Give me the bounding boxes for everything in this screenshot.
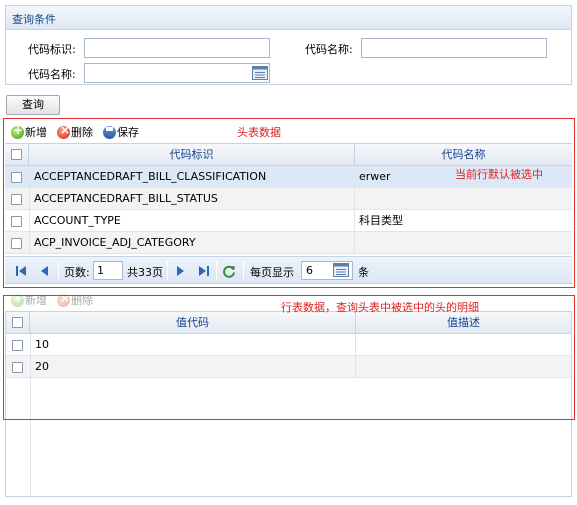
detail-delete-label: 删除 xyxy=(71,294,93,307)
column-header-value-code[interactable]: 值代码 xyxy=(30,312,356,334)
code-name-input[interactable] xyxy=(361,38,547,58)
code-id-label: 代码标识: xyxy=(28,43,76,56)
per-page-dropdown-icon[interactable] xyxy=(333,263,349,277)
detail-grid: 值代码 值描述 10 20 xyxy=(5,311,572,497)
row-checkbox[interactable] xyxy=(11,216,22,227)
add-icon xyxy=(11,291,24,307)
header-toolbar: 新增 删除 保存 xyxy=(5,120,572,142)
pager-separator xyxy=(243,261,244,281)
header-grid: 代码标识 代码名称 ACCEPTANCEDRAFT_BILL_CLASSIFIC… xyxy=(5,143,572,258)
row-name-cell xyxy=(355,188,572,210)
header-delete-label: 删除 xyxy=(71,126,93,139)
column-header-code-id[interactable]: 代码标识 xyxy=(29,144,355,166)
header-grid-column-headers: 代码标识 代码名称 xyxy=(5,144,572,166)
header-add-label: 新增 xyxy=(25,126,47,139)
header-grid-pager: 页数: 1 共33页 每页显示 6 条 xyxy=(5,256,572,284)
save-icon xyxy=(103,125,116,139)
lookup-list-icon[interactable] xyxy=(252,66,268,80)
table-row[interactable]: ACCOUNT_TYPE 科目类型 xyxy=(5,210,572,232)
row-value-code-cell: 20 xyxy=(30,356,356,378)
per-page-label: 每页显示 xyxy=(250,266,294,279)
code-name-lookup-input[interactable] xyxy=(84,63,270,83)
header-save-button[interactable]: 保存 xyxy=(103,124,139,140)
header-delete-button[interactable]: 删除 xyxy=(57,123,93,140)
row-value-desc-cell xyxy=(356,334,571,356)
pager-separator xyxy=(167,261,168,281)
prev-page-icon[interactable] xyxy=(38,264,52,278)
per-page-unit: 条 xyxy=(358,266,369,279)
pager-separator xyxy=(58,261,59,281)
detail-select-all-cell xyxy=(6,312,30,334)
detail-add-label: 新增 xyxy=(25,294,47,307)
query-panel-header: 查询条件 xyxy=(6,6,571,30)
row-code-cell: ACCOUNT_TYPE xyxy=(29,210,355,232)
row-code-cell: ACP_INVOICE_ADJ_CATEGORY xyxy=(29,232,355,254)
header-data-annotation: 头表数据 xyxy=(237,126,281,139)
delete-icon xyxy=(57,123,70,139)
row-name-cell: 科目类型 xyxy=(359,214,403,227)
table-row[interactable]: ACCEPTANCEDRAFT_BILL_STATUS xyxy=(5,188,572,210)
query-panel: 查询条件 代码标识: 代码名称: 代码名称: xyxy=(5,5,572,85)
query-button[interactable]: 查询 xyxy=(6,95,60,115)
refresh-icon[interactable] xyxy=(222,264,236,278)
row-code-cell: ACCEPTANCEDRAFT_BILL_STATUS xyxy=(29,188,355,210)
row-checkbox[interactable] xyxy=(12,362,23,373)
page-label: 页数: xyxy=(64,266,90,279)
detail-add-button[interactable]: 新增 xyxy=(11,291,47,308)
column-header-value-desc[interactable]: 值描述 xyxy=(356,312,571,334)
row-checkbox[interactable] xyxy=(12,340,23,351)
current-row-annotation: 当前行默认被选中 xyxy=(455,168,543,181)
code-id-input[interactable] xyxy=(84,38,270,58)
detail-delete-button[interactable]: 删除 xyxy=(57,291,93,308)
detail-select-all-checkbox[interactable] xyxy=(12,317,23,328)
header-add-button[interactable]: 新增 xyxy=(11,123,47,140)
last-page-icon[interactable] xyxy=(197,264,211,278)
table-row[interactable]: 20 xyxy=(6,356,571,378)
query-panel-title: 查询条件 xyxy=(12,13,56,26)
line-data-annotation: 行表数据，查询头表中被选中的头的明细 xyxy=(281,301,479,314)
first-page-icon[interactable] xyxy=(14,264,28,278)
detail-grid-column-headers: 值代码 值描述 xyxy=(6,312,571,334)
table-row[interactable]: 10 xyxy=(6,334,571,356)
row-checkbox[interactable] xyxy=(11,194,22,205)
column-header-code-name[interactable]: 代码名称 xyxy=(355,144,572,166)
header-save-label: 保存 xyxy=(117,126,139,139)
code-name-label-2: 代码名称: xyxy=(28,68,76,81)
pager-separator xyxy=(216,261,217,281)
header-select-all-checkbox[interactable] xyxy=(11,149,22,160)
row-name-cell xyxy=(355,232,572,254)
row-value-desc-cell xyxy=(356,356,571,378)
table-row[interactable]: ACP_INVOICE_ADJ_CATEGORY xyxy=(5,232,572,254)
row-checkbox[interactable] xyxy=(11,172,22,183)
code-name-label: 代码名称: xyxy=(305,43,353,56)
next-page-icon[interactable] xyxy=(173,264,187,278)
row-code-cell: ACCEPTANCEDRAFT_BILL_CLASSIFICATION xyxy=(29,166,355,188)
add-icon xyxy=(11,123,24,139)
header-select-all-cell xyxy=(5,144,29,166)
page-number-input[interactable]: 1 xyxy=(93,261,123,280)
delete-icon xyxy=(57,291,70,307)
row-value-code-cell: 10 xyxy=(30,334,356,356)
row-checkbox[interactable] xyxy=(11,238,22,249)
detail-grid-column-divider xyxy=(30,378,31,496)
total-pages-label: 共33页 xyxy=(127,266,163,279)
